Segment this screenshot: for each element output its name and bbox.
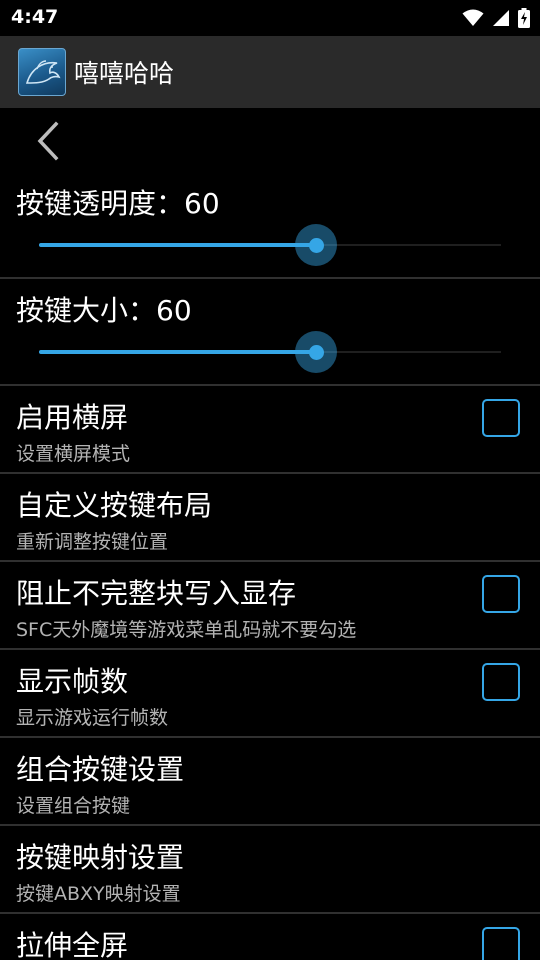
stretch-fullscreen-checkbox[interactable] <box>482 927 520 960</box>
slider-fill <box>39 243 316 247</box>
pref-custom-key-layout[interactable]: 自定义按键布局 重新调整按键位置 <box>0 474 540 560</box>
pref-title: 组合按键设置 <box>16 753 185 786</box>
pref-combo-keys[interactable]: 组合按键设置 设置组合按键 <box>0 738 540 824</box>
app-title: 嘻嘻哈哈 <box>74 59 175 88</box>
dolphin-logo-icon <box>18 48 66 96</box>
status-icons <box>462 7 530 29</box>
battery-charging-icon <box>518 8 530 28</box>
seekbar-row-size: 按键大小：60 <box>0 281 540 387</box>
pref-subtitle: 设置横屏模式 <box>16 443 131 465</box>
pref-subtitle: 重新调整按键位置 <box>16 531 169 553</box>
pref-block-partial-vram-write[interactable]: 阻止不完整块写入显存 SFC天外魔境等游戏菜单乱码就不要勾选 <box>0 562 540 648</box>
slider-thumb[interactable] <box>308 344 324 360</box>
pref-title: 自定义按键布局 <box>16 489 213 522</box>
pref-subtitle: 设置组合按键 <box>16 795 131 817</box>
chevron-left-icon <box>37 121 59 161</box>
pref-subtitle: 按键ABXY映射设置 <box>16 883 181 905</box>
back-row <box>0 108 540 174</box>
show-fps-checkbox[interactable] <box>482 663 520 701</box>
status-time: 4:47 <box>11 6 59 28</box>
pref-title: 启用横屏 <box>16 401 129 434</box>
size-slider[interactable] <box>39 331 501 373</box>
seekbar-row-opacity: 按键透明度：60 <box>0 174 540 280</box>
landscape-checkbox[interactable] <box>482 399 520 437</box>
pref-title: 阻止不完整块写入显存 <box>16 577 297 610</box>
pref-key-mapping[interactable]: 按键映射设置 按键ABXY映射设置 <box>0 826 540 912</box>
divider <box>0 277 540 279</box>
back-button[interactable] <box>28 118 68 164</box>
pref-title: 按键映射设置 <box>16 841 185 874</box>
pref-subtitle: 显示游戏运行帧数 <box>16 707 169 729</box>
seekbar-label: 按键透明度：60 <box>16 187 220 220</box>
pref-show-fps[interactable]: 显示帧数 显示游戏运行帧数 <box>0 650 540 736</box>
pref-stretch-fullscreen[interactable]: 拉伸全屏 <box>0 914 540 960</box>
pref-title: 显示帧数 <box>16 665 129 698</box>
opacity-slider[interactable] <box>39 224 501 266</box>
slider-fill <box>39 350 316 354</box>
seekbar-label: 按键大小：60 <box>16 294 192 327</box>
action-bar: 嘻嘻哈哈 <box>0 36 540 108</box>
slider-thumb[interactable] <box>308 237 324 253</box>
wifi-icon <box>462 9 484 26</box>
vram-write-checkbox[interactable] <box>482 575 520 613</box>
cell-signal-icon <box>493 10 509 26</box>
pref-subtitle: SFC天外魔境等游戏菜单乱码就不要勾选 <box>16 619 357 641</box>
pref-title: 拉伸全屏 <box>16 929 129 960</box>
pref-enable-landscape[interactable]: 启用横屏 设置横屏模式 <box>0 386 540 472</box>
status-bar: 4:47 <box>0 0 540 36</box>
